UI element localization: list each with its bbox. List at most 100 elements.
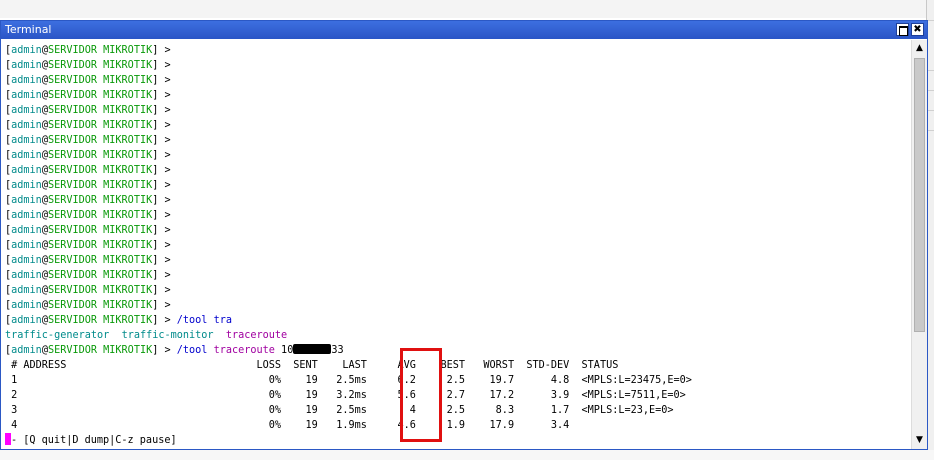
prompt-end: ] > — [152, 195, 171, 206]
prompt-user: admin — [11, 105, 42, 116]
prompt-host: SERVIDOR MIKROTIK — [47, 345, 153, 356]
prompt-line: [admin@SERVIDOR MIKROTIK] > — [5, 255, 171, 266]
prompt-end: ] > — [152, 135, 171, 146]
prompt-user: admin — [11, 195, 42, 206]
completion-line: traffic-generator traffic-monitor tracer… — [5, 328, 911, 343]
background-bottom — [0, 450, 934, 460]
prompt-user: admin — [11, 240, 42, 251]
terminal-window: Terminal ✖ [admin@SERVIDOR MIKROTIK] > [a… — [0, 20, 928, 450]
prompt-user: admin — [11, 165, 42, 176]
terminal-output[interactable]: [admin@SERVIDOR MIKROTIK] > [admin@SERVID… — [1, 40, 911, 449]
completion-item: traffic-monitor — [121, 330, 214, 341]
completion-item: traffic-generator — [5, 330, 110, 341]
prompt-end: ] > — [152, 120, 171, 131]
window-titlebar[interactable]: Terminal ✖ — [1, 21, 927, 39]
vertical-scrollbar[interactable]: ▲ ▼ — [911, 40, 927, 449]
prompt-user: admin — [11, 225, 42, 236]
prompt-end: ] > — [152, 300, 171, 311]
prompt-line: [admin@SERVIDOR MIKROTIK] > — [5, 270, 171, 281]
prompt-user: admin — [11, 75, 42, 86]
prompt-end: ] > — [152, 285, 171, 296]
prompt-host: SERVIDOR MIKROTIK — [47, 45, 153, 56]
prompt-user: admin — [11, 285, 42, 296]
prompt-end: ] > — [152, 150, 171, 161]
prompt-line: [admin@SERVIDOR MIKROTIK] > — [5, 210, 171, 221]
table-row: 4 0% 19 1.9ms 4.6 1.9 17.9 3.4 — [5, 420, 570, 431]
prompt-host: SERVIDOR MIKROTIK — [47, 150, 153, 161]
prompt-user: admin — [11, 135, 42, 146]
prompt-user: admin — [11, 45, 42, 56]
scroll-down-icon[interactable]: ▼ — [913, 434, 926, 447]
prompt-line: [admin@SERVIDOR MIKROTIK] > /tool tracer… — [5, 344, 344, 356]
prompt-user: admin — [11, 270, 42, 281]
prompt-end: ] > — [152, 60, 171, 71]
prompt-end: ] > — [152, 345, 171, 356]
footer-line: - [Q quit|D dump|C-z pause] — [5, 433, 911, 448]
prompt-end: ] > — [152, 210, 171, 221]
prompt-line: [admin@SERVIDOR MIKROTIK] > — [5, 75, 171, 86]
keyboard-hints: - [Q quit|D dump|C-z pause] — [11, 435, 177, 446]
prompt-host: SERVIDOR MIKROTIK — [47, 210, 153, 221]
prompt-user: admin — [11, 120, 42, 131]
prompt-line: [admin@SERVIDOR MIKROTIK] > — [5, 135, 171, 146]
prompt-user: admin — [11, 315, 42, 326]
avg-column-highlight — [400, 348, 442, 442]
prompt-host: SERVIDOR MIKROTIK — [47, 60, 153, 71]
background-window-top — [0, 0, 934, 18]
prompt-host: SERVIDOR MIKROTIK — [47, 240, 153, 251]
prompt-end: ] > — [152, 270, 171, 281]
close-icon[interactable]: ✖ — [911, 23, 924, 36]
prompt-line: [admin@SERVIDOR MIKROTIK] > — [5, 165, 171, 176]
command-text: /tool — [170, 345, 214, 356]
prompt-host: SERVIDOR MIKROTIK — [47, 255, 153, 266]
prompt-host: SERVIDOR MIKROTIK — [47, 165, 153, 176]
command-address: 10 — [274, 345, 294, 356]
prompt-end: ] > — [152, 225, 171, 236]
table-header: # ADDRESS LOSS SENT LAST AVG BEST WORST … — [5, 360, 619, 371]
scroll-up-icon[interactable]: ▲ — [913, 42, 926, 55]
prompt-end: ] > — [152, 90, 171, 101]
prompt-line: [admin@SERVIDOR MIKROTIK] > — [5, 120, 171, 131]
prompt-end: ] > — [152, 255, 171, 266]
prompt-user: admin — [11, 345, 42, 356]
prompt-line: [admin@SERVIDOR MIKROTIK] > — [5, 225, 171, 236]
prompt-host: SERVIDOR MIKROTIK — [47, 135, 153, 146]
prompt-user: admin — [11, 90, 42, 101]
prompt-host: SERVIDOR MIKROTIK — [47, 285, 153, 296]
prompt-user: admin — [11, 60, 42, 71]
prompt-user: admin — [11, 255, 42, 266]
prompt-user: admin — [11, 210, 42, 221]
prompt-user: admin — [11, 300, 42, 311]
prompt-line: [admin@SERVIDOR MIKROTIK] > — [5, 285, 171, 296]
prompt-line: [admin@SERVIDOR MIKROTIK] > — [5, 180, 171, 191]
prompt-line: [admin@SERVIDOR MIKROTIK] > — [5, 195, 171, 206]
prompt-line: [admin@SERVIDOR MIKROTIK] > — [5, 90, 171, 101]
prompt-line: [admin@SERVIDOR MIKROTIK] > — [5, 45, 171, 56]
prompt-host: SERVIDOR MIKROTIK — [47, 225, 153, 236]
prompt-end: ] > — [152, 105, 171, 116]
prompt-line: [admin@SERVIDOR MIKROTIK] > — [5, 240, 171, 251]
prompt-line: [admin@SERVIDOR MIKROTIK] > /tool tra — [5, 315, 232, 326]
prompt-host: SERVIDOR MIKROTIK — [47, 120, 153, 131]
prompt-end: ] > — [152, 240, 171, 251]
prompt-user: admin — [11, 150, 42, 161]
prompt-end: ] > — [152, 180, 171, 191]
table-row: 3 0% 19 2.5ms 4 2.5 8.3 1.7 <MPLS:L=23,E… — [5, 405, 674, 416]
prompt-end: ] > — [152, 165, 171, 176]
table-row: 1 0% 19 2.5ms 6.2 2.5 19.7 4.8 <MPLS:L=2… — [5, 375, 692, 386]
prompt-host: SERVIDOR MIKROTIK — [47, 315, 153, 326]
prompt-line: [admin@SERVIDOR MIKROTIK] > — [5, 60, 171, 71]
prompt-host: SERVIDOR MIKROTIK — [47, 195, 153, 206]
scrollbar-thumb[interactable] — [914, 58, 925, 332]
command-address: 33 — [331, 345, 344, 356]
completion-item: traceroute — [225, 330, 288, 341]
prompt-user: admin — [11, 180, 42, 191]
command-keyword: traceroute — [213, 345, 275, 356]
prompt-host: SERVIDOR MIKROTIK — [47, 75, 153, 86]
prompt-line: [admin@SERVIDOR MIKROTIK] > — [5, 300, 171, 311]
restore-icon[interactable] — [896, 23, 909, 36]
prompt-line: [admin@SERVIDOR MIKROTIK] > — [5, 105, 171, 116]
table-row: 2 0% 19 3.2ms 5.6 2.7 17.2 3.9 <MPLS:L=7… — [5, 390, 686, 401]
prompt-end: ] > — [152, 75, 171, 86]
redacted-address — [293, 344, 332, 354]
